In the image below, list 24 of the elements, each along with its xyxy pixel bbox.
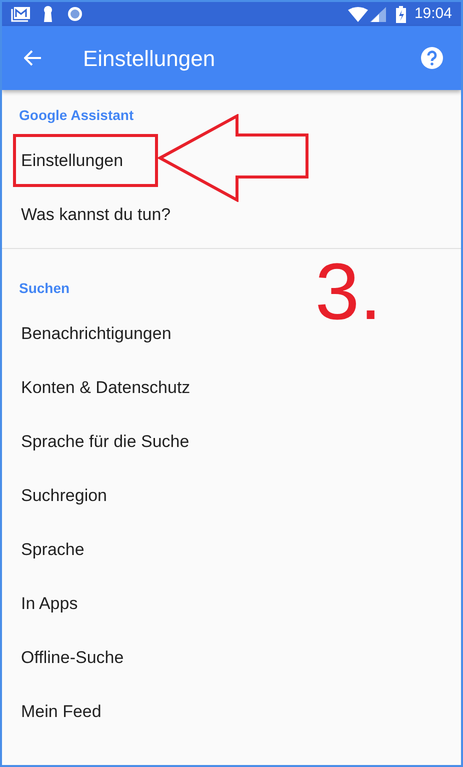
- section-header: Google Assistant: [19, 106, 134, 125]
- settings-item[interactable]: Was kannst du tun?: [21, 202, 171, 228]
- status-time: 19:04: [414, 4, 452, 24]
- settings-item[interactable]: Sprache für die Suche: [21, 429, 190, 455]
- app-bar-title: Einstellungen: [83, 44, 216, 73]
- settings-item[interactable]: Suchregion: [21, 483, 108, 509]
- step-number: 3.: [315, 252, 382, 332]
- keyhole-icon: [43, 6, 53, 22]
- help-button[interactable]: [421, 47, 443, 69]
- settings-item[interactable]: Einstellungen: [21, 148, 124, 174]
- settings-item[interactable]: Mein Feed: [21, 699, 102, 725]
- help-icon: [421, 47, 443, 69]
- settings-item[interactable]: Konten & Datenschutz: [21, 375, 190, 401]
- record-icon: [67, 6, 83, 22]
- section-header: Suchen: [19, 279, 70, 298]
- wifi-icon: [348, 6, 368, 22]
- mail-icon: [11, 6, 31, 22]
- settings-item[interactable]: Sprache: [21, 537, 84, 563]
- back-arrow-icon: [24, 50, 42, 66]
- battery-icon: [396, 6, 406, 22]
- settings-item[interactable]: In Apps: [21, 591, 78, 617]
- settings-item[interactable]: Offline-Suche: [21, 645, 124, 671]
- signal-icon: [370, 6, 386, 22]
- settings-item[interactable]: Benachrichtigungen: [21, 321, 172, 347]
